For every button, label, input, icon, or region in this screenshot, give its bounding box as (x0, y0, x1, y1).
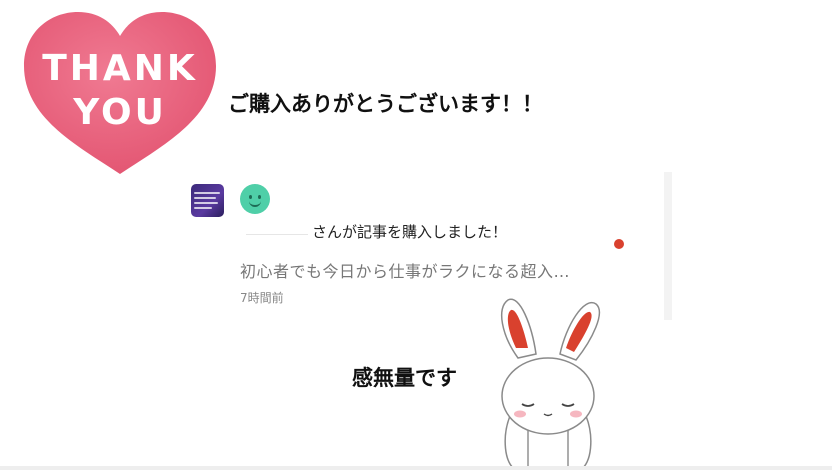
notification-article-title[interactable]: 初心者でも今日から仕事がラクになる超入… (240, 258, 570, 282)
thanks-message: ご購入ありがとうございます！！ (228, 92, 543, 116)
notification-timestamp: 7時間前 (240, 291, 284, 305)
article-thumbnail[interactable] (191, 184, 224, 217)
notification-title: さんが記事を購入しました！ (312, 223, 508, 241)
bottom-divider (0, 466, 832, 470)
redacted-username (246, 234, 308, 235)
screenshot-page: THANK YOU ご購入ありがとうございます！！ さんが記事を購入しました！ … (0, 0, 832, 470)
closing-message: 感無量です (352, 366, 457, 390)
thank-you-heart-sticker: THANK YOU (20, 8, 220, 178)
avatar-mouth (249, 199, 261, 207)
thumbnail-text-line (194, 202, 218, 204)
thumbnail-text-line (194, 192, 220, 194)
bunny-svg (500, 298, 601, 470)
bunny-illustration-icon (488, 296, 608, 470)
smiley-avatar-icon[interactable] (240, 184, 270, 214)
unread-dot-icon (614, 239, 624, 249)
sticker-text-line1: THANK (42, 48, 198, 89)
thumbnail-text-line (194, 207, 212, 209)
sticker-text-line2: YOU (73, 92, 167, 133)
thumbnail-text-line (194, 197, 216, 199)
